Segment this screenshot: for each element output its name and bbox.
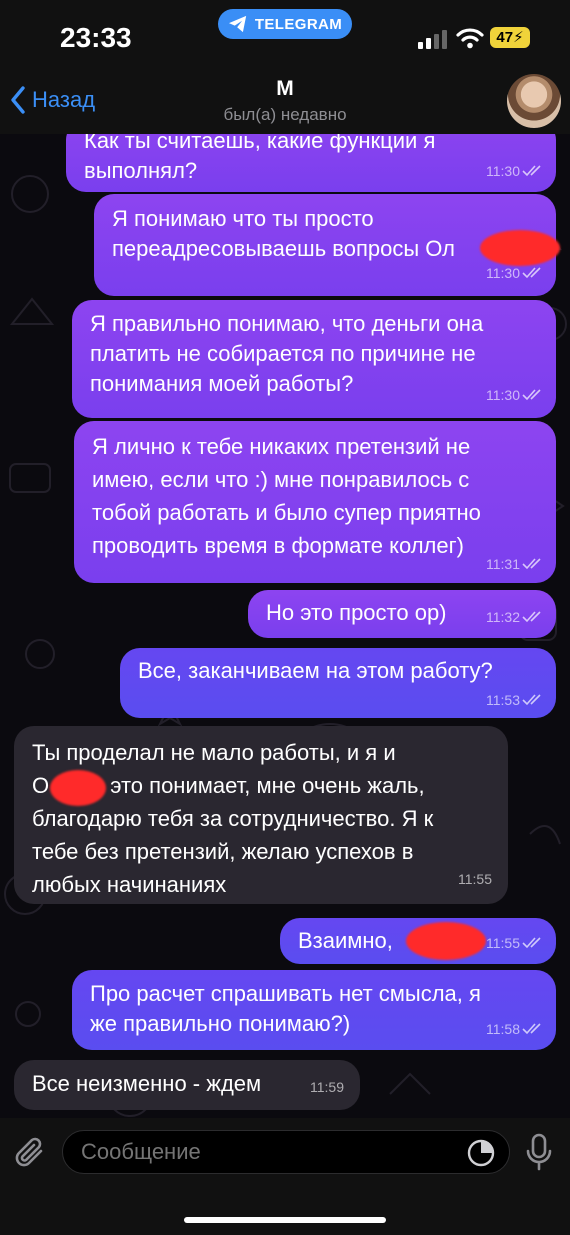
message-meta: 11:53	[486, 685, 544, 715]
message-text: Я понимаю что ты просто переадресовываеш…	[112, 206, 455, 261]
read-check-icon	[522, 267, 541, 279]
message-time: 11:58	[486, 1021, 520, 1037]
message-meta: 11:58	[486, 1014, 544, 1044]
telegram-icon	[228, 15, 246, 33]
message-text: Ты проделал не мало работы, и я и О это …	[32, 740, 434, 897]
read-check-icon	[522, 611, 541, 623]
message-bubble-outgoing[interactable]: Я понимаю что ты просто переадресовываеш…	[94, 194, 560, 296]
avatar[interactable]	[507, 74, 561, 128]
status-time: 23:33	[60, 22, 132, 53]
message-time: 11:31	[486, 556, 520, 572]
read-check-icon	[522, 165, 541, 177]
battery-level: 47	[496, 29, 514, 46]
message-time: 11:30	[486, 163, 520, 179]
mic-icon[interactable]	[524, 1132, 554, 1172]
message-list[interactable]: Как ты считаешь, какие функции я выполня…	[0, 134, 570, 1118]
message-meta: 11:32	[486, 602, 544, 632]
chat-last-seen: был(а) недавно	[223, 105, 347, 124]
message-time: 11:59	[310, 1079, 344, 1095]
read-check-icon	[522, 389, 541, 401]
message-input[interactable]	[62, 1130, 510, 1174]
message-text: Все неизменно - ждем	[32, 1071, 262, 1096]
message-time: 11:30	[486, 265, 520, 281]
read-check-icon	[522, 694, 541, 706]
composer-bar	[0, 1118, 570, 1235]
message-text: Но это просто ор)	[266, 600, 447, 625]
wifi-icon	[456, 28, 484, 49]
read-check-icon	[522, 1023, 541, 1035]
message-meta: 11:30	[486, 380, 544, 410]
message-bubble-incoming[interactable]: Ты проделал не мало работы, и я и О это …	[14, 726, 508, 904]
message-time: 11:30	[486, 387, 520, 403]
signal-icon	[418, 30, 447, 49]
chat-title[interactable]: М	[0, 77, 570, 101]
message-text: Я лично к тебе никаких претензий не имею…	[92, 434, 481, 558]
message-bubble-incoming[interactable]: Все неизменно - ждем 11:59	[14, 1060, 360, 1110]
message-meta: 11:31	[486, 549, 544, 579]
message-bubble-outgoing[interactable]: Как ты считаешь, какие функции я выполня…	[66, 134, 556, 192]
message-bubble-outgoing[interactable]: Я правильно понимаю, что деньги она плат…	[72, 300, 556, 418]
message-time: 11:55	[486, 935, 520, 951]
message-meta: 11:55	[486, 928, 544, 958]
message-text: Все, заканчиваем на этом работу?	[138, 658, 493, 683]
message-bubble-outgoing[interactable]: Все, заканчиваем на этом работу? 11:53	[120, 648, 556, 718]
message-text: Как ты считаешь, какие функции я выполня…	[84, 134, 436, 183]
message-time: 11:55	[458, 871, 492, 887]
message-time: 11:53	[486, 692, 520, 708]
message-text: Про расчет спрашивать нет смысла, я же п…	[90, 981, 481, 1036]
telegram-return-pill[interactable]: TELEGRAM	[218, 9, 352, 39]
attach-icon[interactable]	[14, 1134, 48, 1172]
home-indicator	[184, 1217, 386, 1223]
message-bubble-outgoing[interactable]: Я лично к тебе никаких претензий не имею…	[74, 421, 556, 583]
redaction-mark	[50, 770, 106, 806]
battery-icon: 47⚡	[490, 27, 530, 48]
read-check-icon	[522, 937, 541, 949]
read-check-icon	[522, 558, 541, 570]
message-meta: 11:30	[486, 156, 544, 186]
message-meta: 11:30	[486, 258, 544, 288]
message-meta: 11:55	[458, 864, 492, 894]
message-meta: 11:59	[310, 1072, 344, 1102]
message-text: Я правильно понимаю, что деньги она плат…	[90, 311, 484, 396]
telegram-pill-label: TELEGRAM	[254, 15, 343, 33]
message-time: 11:32	[486, 609, 520, 625]
message-bubble-outgoing[interactable]: Взаимно, 11:55	[280, 918, 556, 964]
sticker-icon[interactable]	[466, 1138, 496, 1168]
chat-header: Назад М был(а) недавно	[0, 68, 570, 134]
message-bubble-outgoing[interactable]: Про расчет спрашивать нет смысла, я же п…	[72, 970, 556, 1050]
message-bubble-outgoing[interactable]: Но это просто ор) 11:32	[248, 590, 556, 638]
message-text: Взаимно,	[298, 928, 393, 953]
status-bar: 23:33 TELEGRAM 47⚡	[0, 0, 570, 68]
redaction-mark	[406, 922, 486, 960]
